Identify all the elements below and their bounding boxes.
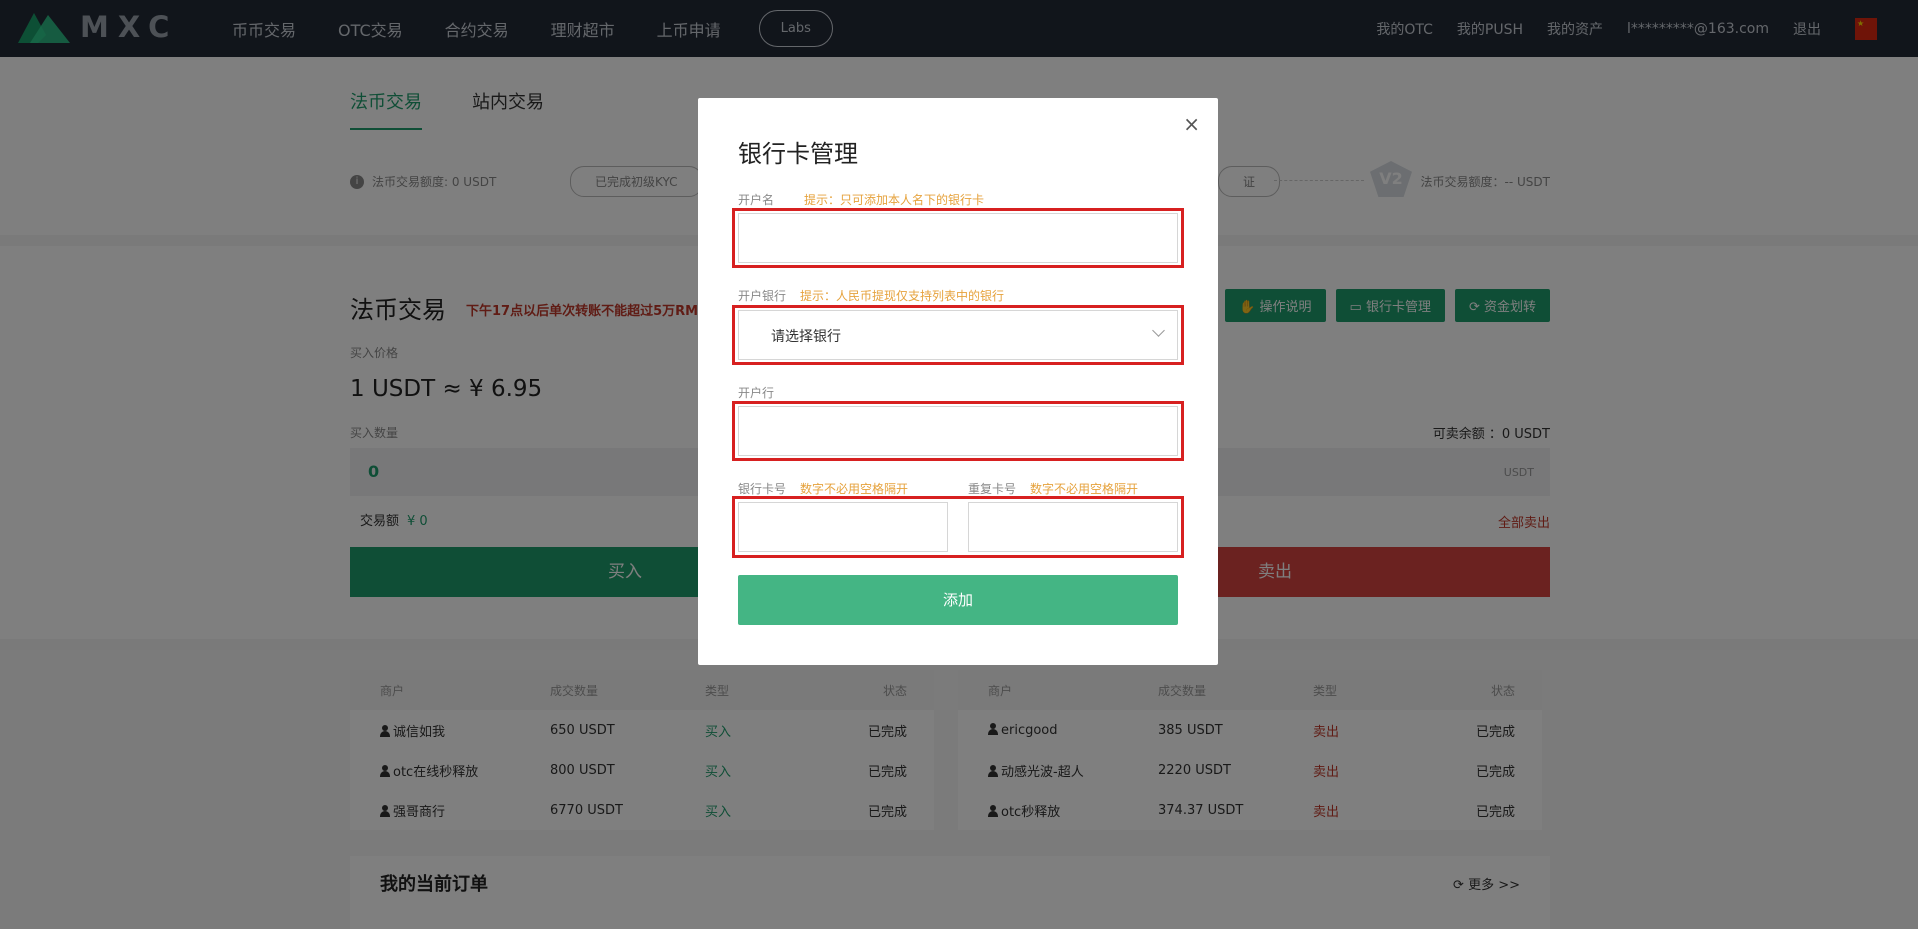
bank-card-modal: × 银行卡管理 开户名 提示：只可添加本人名下的银行卡 开户银行 提示：人民币提现仅…: [698, 98, 1218, 665]
account-name-label: 开户名 提示：只可添加本人名下的银行卡: [738, 191, 984, 208]
branch-label: 开户行: [738, 386, 775, 400]
modal-title: 银行卡管理: [738, 140, 858, 168]
account-name-label-text: 开户名: [738, 193, 775, 207]
card-number-input[interactable]: [738, 502, 948, 552]
repeat-card-number-input[interactable]: [968, 502, 1178, 552]
bank-select[interactable]: 请选择银行: [738, 310, 1178, 360]
branch-input[interactable]: [738, 406, 1178, 456]
bank-label: 开户银行 提示：人民币提现仅支持列表中的银行: [738, 287, 1004, 304]
card-number-label: 银行卡号 数字不必用空格隔开: [738, 480, 908, 497]
chevron-down-icon: [1152, 324, 1165, 337]
repeat-card-hint: 数字不必用空格隔开: [1030, 482, 1139, 496]
close-icon[interactable]: ×: [1183, 114, 1200, 134]
card-number-label-text: 银行卡号: [738, 482, 787, 496]
bank-select-placeholder: 请选择银行: [771, 329, 841, 345]
repeat-card-label: 重复卡号 数字不必用空格隔开: [968, 480, 1138, 497]
add-card-button[interactable]: 添加: [738, 575, 1178, 625]
account-name-hint: 提示：只可添加本人名下的银行卡: [804, 193, 985, 207]
bank-hint: 提示：人民币提现仅支持列表中的银行: [800, 289, 1005, 303]
repeat-card-label-text: 重复卡号: [968, 482, 1017, 496]
account-name-input[interactable]: [738, 213, 1178, 263]
card-number-hint: 数字不必用空格隔开: [800, 482, 909, 496]
bank-label-text: 开户银行: [738, 289, 787, 303]
